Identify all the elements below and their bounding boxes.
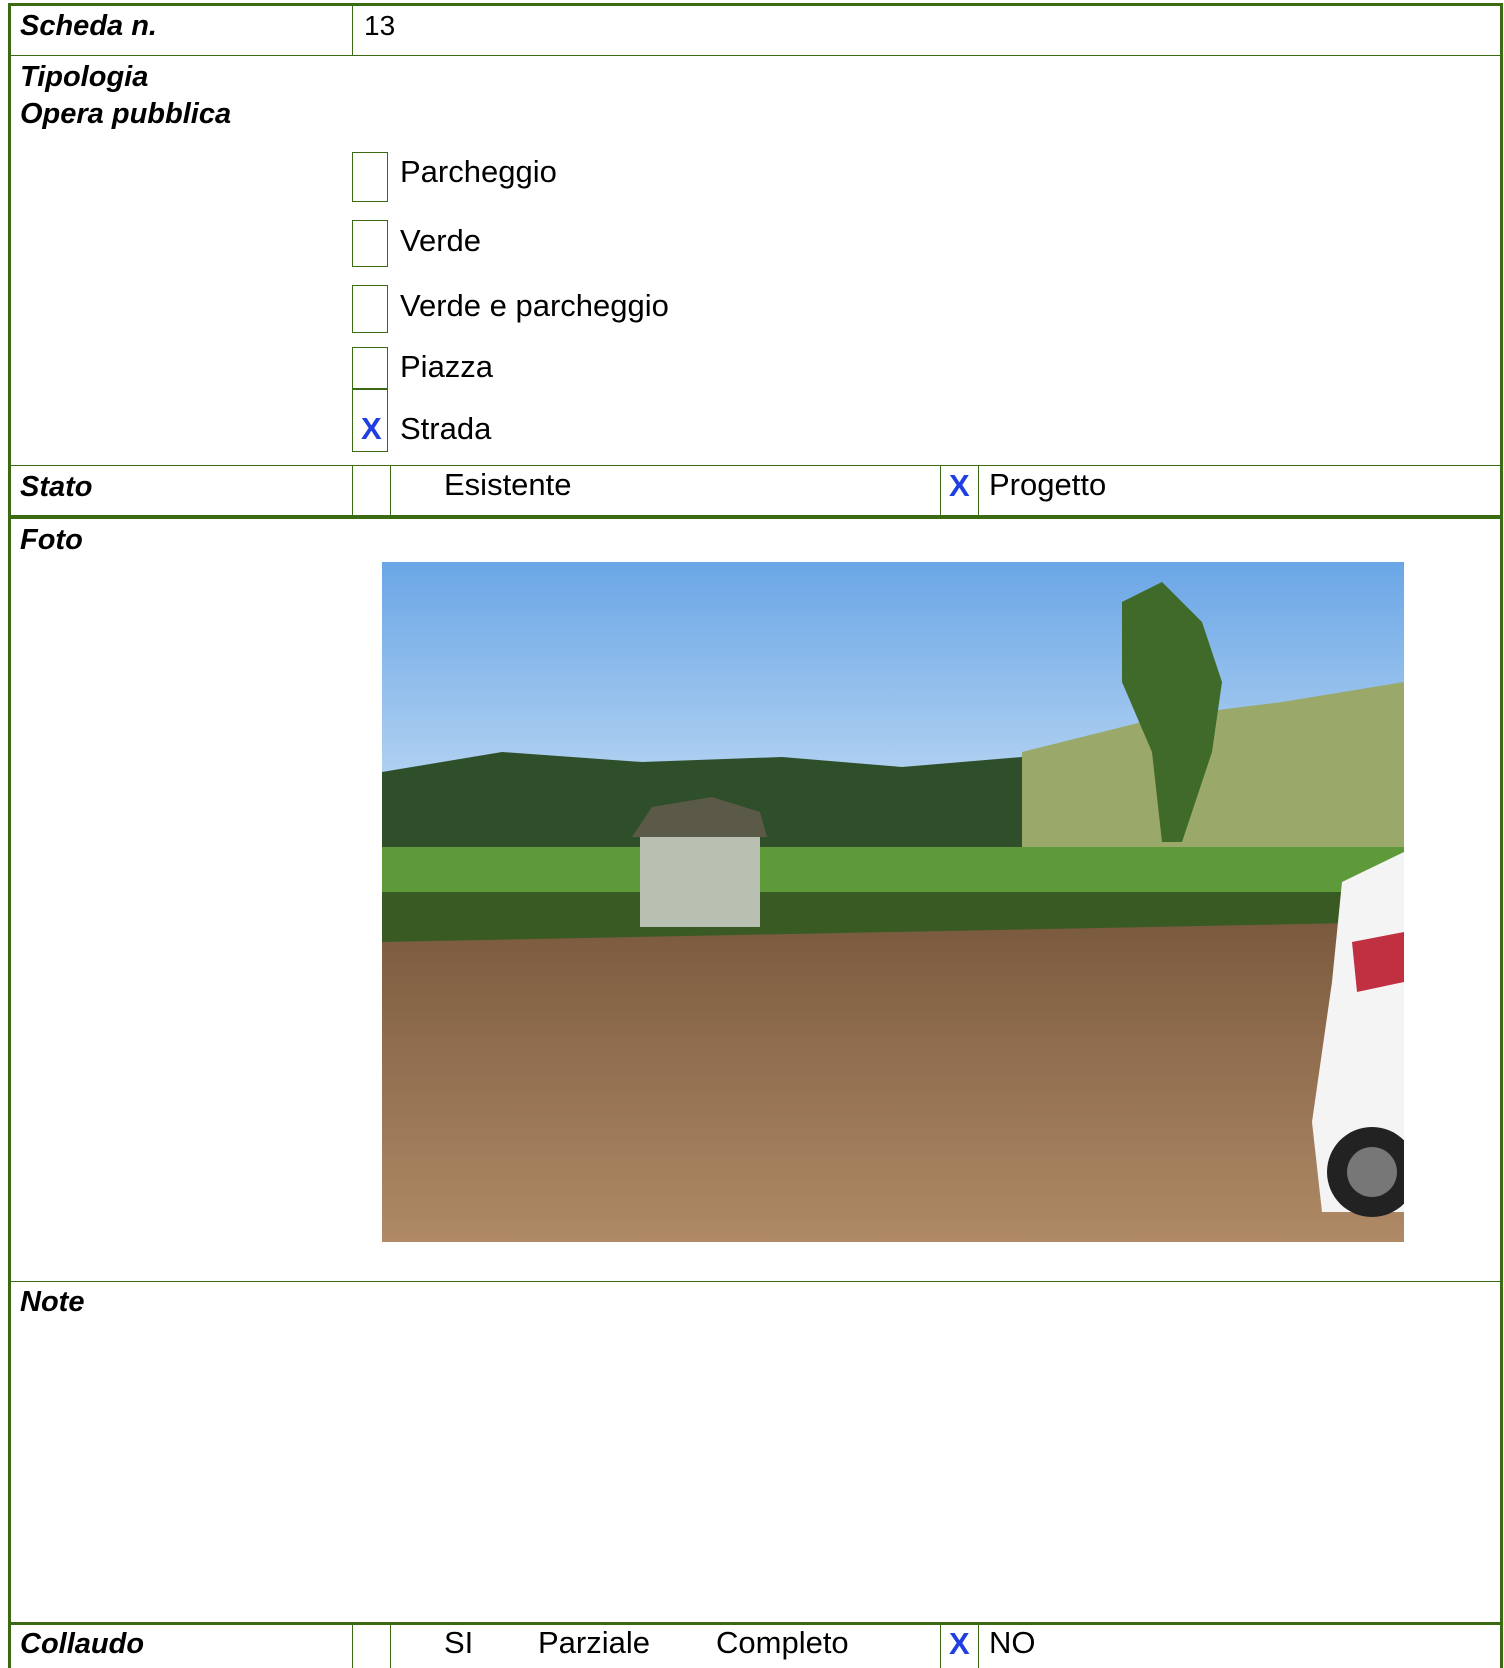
stato-label: Stato bbox=[20, 471, 93, 503]
collaudo-parziale: Parziale bbox=[538, 1625, 650, 1660]
divider bbox=[8, 1281, 1503, 1282]
collaudo-si: SI bbox=[444, 1625, 474, 1660]
scheda-number: 13 bbox=[364, 10, 396, 41]
divider bbox=[390, 1622, 391, 1668]
divider bbox=[940, 465, 941, 516]
divider bbox=[8, 465, 1503, 466]
scheda-label: Scheda n. bbox=[20, 10, 157, 42]
divider bbox=[8, 55, 1503, 56]
divider bbox=[352, 1622, 353, 1668]
parcheggio-label: Parcheggio bbox=[400, 154, 557, 189]
divider bbox=[390, 465, 391, 516]
strada-mark: X bbox=[361, 411, 382, 446]
divider bbox=[978, 465, 979, 516]
no-mark: X bbox=[949, 1626, 970, 1661]
divider bbox=[8, 515, 1503, 519]
divider bbox=[978, 1622, 979, 1668]
progetto-label: Progetto bbox=[989, 467, 1107, 502]
tipologia-label: Tipologia bbox=[20, 61, 149, 93]
verde-parcheggio-label: Verde e parcheggio bbox=[400, 288, 669, 323]
parcheggio-checkbox[interactable] bbox=[352, 152, 388, 202]
verde-label: Verde bbox=[400, 223, 482, 258]
strada-label: Strada bbox=[400, 411, 492, 446]
collaudo-completo: Completo bbox=[716, 1625, 849, 1660]
collaudo-label: Collaudo bbox=[20, 1628, 145, 1660]
esistente-label: Esistente bbox=[444, 467, 572, 502]
piazza-checkbox[interactable] bbox=[352, 347, 388, 389]
note-label: Note bbox=[20, 1286, 85, 1318]
site-photo bbox=[382, 562, 1404, 1242]
verde-parcheggio-checkbox[interactable] bbox=[352, 285, 388, 333]
opera-pubblica-label: Opera pubblica bbox=[20, 98, 232, 130]
progetto-mark: X bbox=[949, 468, 970, 503]
divider bbox=[940, 1622, 941, 1668]
piazza-label: Piazza bbox=[400, 349, 494, 384]
collaudo-no: NO bbox=[989, 1625, 1036, 1660]
divider bbox=[352, 3, 353, 55]
verde-checkbox[interactable] bbox=[352, 220, 388, 267]
foto-label: Foto bbox=[20, 524, 83, 556]
divider bbox=[352, 465, 353, 516]
